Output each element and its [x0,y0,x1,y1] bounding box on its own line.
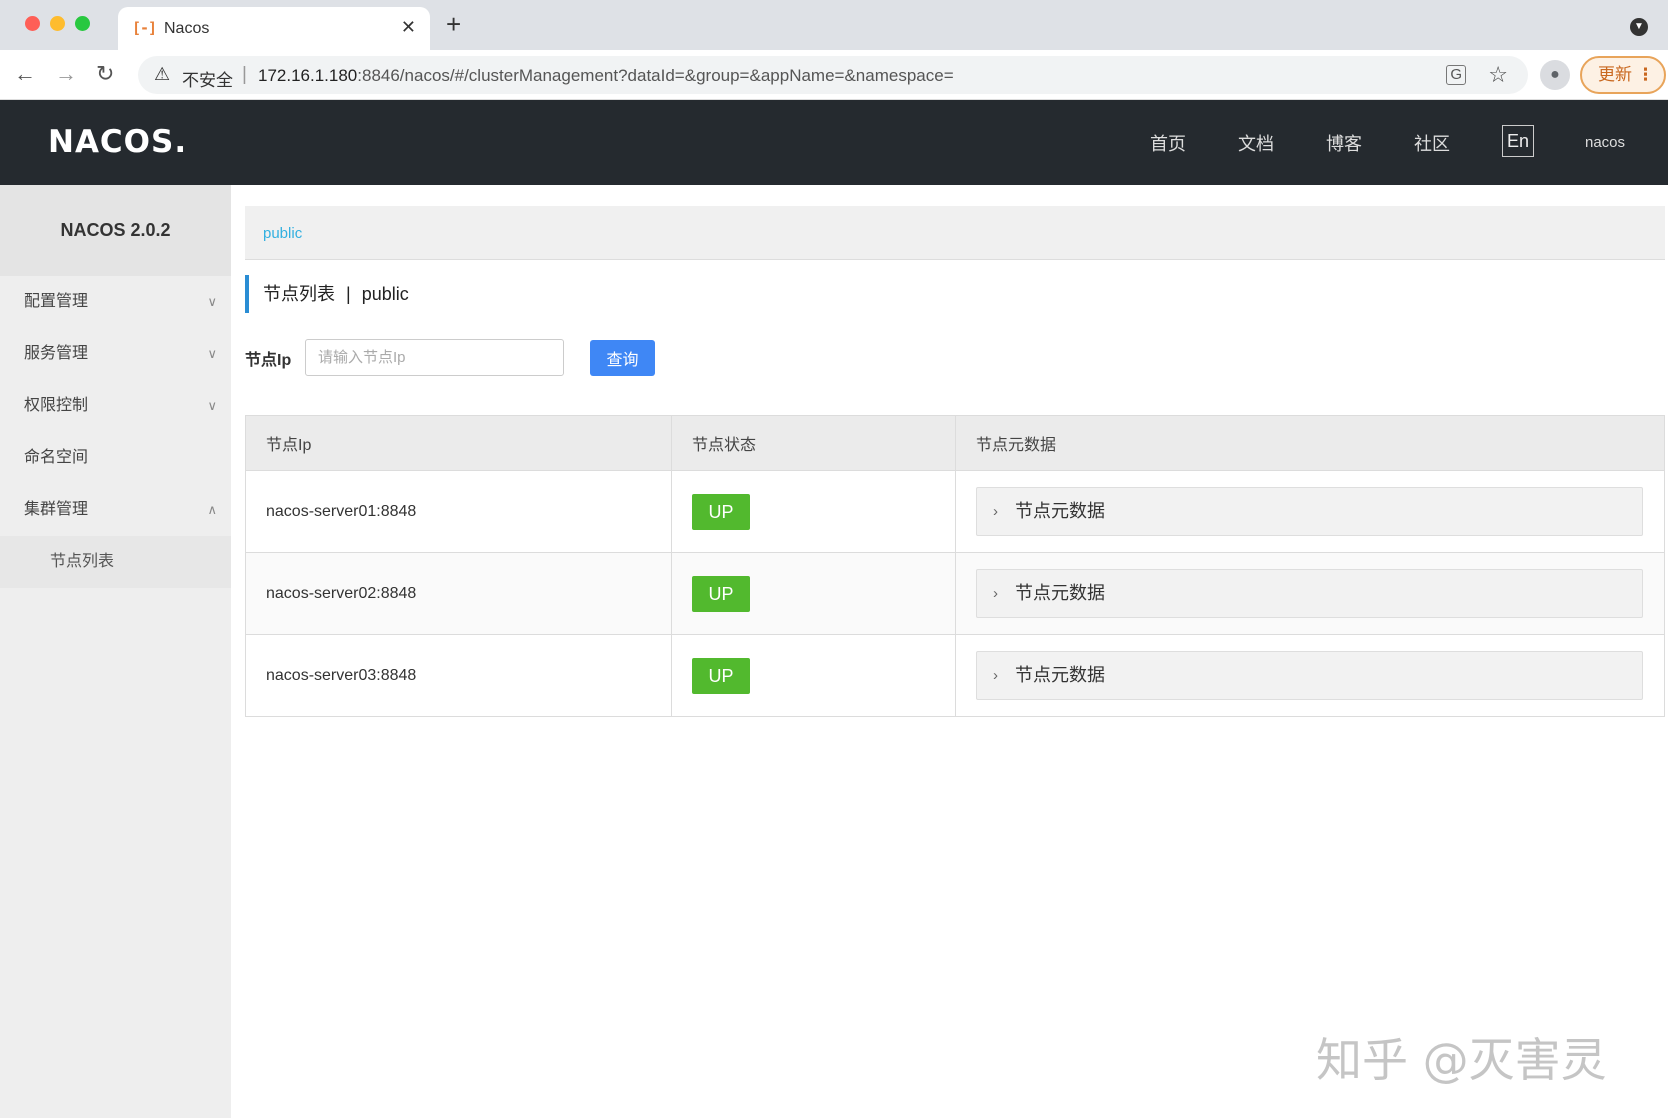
table-row: nacos-server02:8848 UP › 节点元数据 [245,552,1665,635]
query-button[interactable]: 查询 [590,340,655,376]
page-title-namespace: public [361,284,409,304]
close-tab-icon[interactable]: ✕ [401,17,416,38]
node-table: 节点Ip 节点状态 节点元数据 nacos-server01:8848 UP ›… [245,415,1665,717]
address-separator: | [242,64,247,85]
chevron-right-icon: › [993,503,998,520]
security-status[interactable]: 不安全 [182,66,233,91]
sidebar-item-label: 权限控制 [24,397,89,414]
node-ip-cell: nacos-server01:8848 [245,470,672,553]
update-label: 更新 [1598,65,1632,84]
sidebar-subitem-node-list[interactable]: 节点列表 [0,536,231,588]
metadata-label: 节点元数据 [1015,501,1105,521]
chevron-down-icon: ∨ [207,398,217,413]
page-title: 节点列表 | public [245,275,409,313]
chevron-right-icon: › [993,667,998,684]
bookmark-star-icon[interactable]: ☆ [1488,62,1508,88]
sidebar: NACOS 2.0.2 配置管理 ∨ 服务管理 ∨ 权限控制 ∨ 命名空间 集群… [0,185,231,1118]
minimize-window-button[interactable] [50,16,65,31]
metadata-label: 节点元数据 [1015,583,1105,603]
sidebar-title: NACOS 2.0.2 [0,185,231,276]
sidebar-item-config[interactable]: 配置管理 ∨ [0,276,231,328]
metadata-expander[interactable]: › 节点元数据 [976,569,1643,618]
column-header-status: 节点状态 [671,415,956,471]
user-menu[interactable]: nacos [1585,134,1625,151]
column-header-ip: 节点Ip [245,415,672,471]
close-window-button[interactable] [25,16,40,31]
status-cell: UP [671,634,956,717]
node-ip-cell: nacos-server03:8848 [245,634,672,717]
app-header: NACOS. 首页 文档 博客 社区 En nacos [0,100,1668,185]
back-arrow-icon[interactable]: ← [14,60,36,88]
nav-home[interactable]: 首页 [1150,130,1186,156]
url-path: :8846/nacos/#/clusterManagement?dataId=&… [357,66,954,85]
tab-title: Nacos [164,20,210,37]
metadata-cell: › 节点元数据 [955,470,1665,553]
more-menu-icon[interactable]: ⋮ [1637,58,1654,92]
tab-search-icon[interactable]: ▼ [1630,18,1648,36]
node-ip-cell: nacos-server02:8848 [245,552,672,635]
address-bar[interactable]: ⚠ 不安全 | 172.16.1.180:8846/nacos/#/cluste… [138,56,1528,94]
chevron-right-icon: › [993,585,998,602]
browser-tab[interactable]: [-] Nacos ✕ [118,7,430,50]
profile-avatar-icon[interactable]: ● [1540,60,1570,90]
watermark: 知乎 @灭害灵 [1316,1033,1607,1087]
nav-docs[interactable]: 文档 [1238,130,1274,156]
node-ip-input[interactable] [305,339,564,376]
status-cell: UP [671,552,956,635]
sidebar-item-label: 服务管理 [24,345,89,362]
nacos-favicon-icon: [-] [132,19,157,37]
status-badge: UP [692,657,750,694]
forward-arrow-icon[interactable]: → [55,60,77,88]
metadata-expander[interactable]: › 节点元数据 [976,487,1643,536]
status-badge: UP [692,493,750,530]
new-tab-button[interactable]: + [446,11,461,37]
url-host: 172.16.1.180 [258,66,358,85]
nacos-logo[interactable]: NACOS. [48,124,187,160]
warning-icon[interactable]: ⚠ [154,64,170,85]
column-header-metadata: 节点元数据 [955,415,1665,471]
language-toggle-button[interactable]: En [1502,125,1534,157]
maximize-window-button[interactable] [75,16,90,31]
browser-toolbar: ← → ↻ ⚠ 不安全 | 172.16.1.180:8846/nacos/#/… [0,50,1668,100]
page-title-text: 节点列表 [263,284,335,304]
namespace-bar: public [245,206,1665,260]
translate-icon[interactable]: G [1446,65,1466,85]
node-ip-label: 节点Ip [245,352,292,369]
metadata-expander[interactable]: › 节点元数据 [976,651,1643,700]
nav-blog[interactable]: 博客 [1326,130,1362,156]
metadata-cell: › 节点元数据 [955,634,1665,717]
status-badge: UP [692,575,750,612]
browser-tab-bar: [-] Nacos ✕ + ▼ [0,0,1668,50]
metadata-cell: › 节点元数据 [955,552,1665,635]
update-button[interactable]: 更新 ⋮ [1580,56,1666,94]
reload-icon[interactable]: ↻ [96,60,114,88]
table-row: nacos-server03:8848 UP › 节点元数据 [245,634,1665,717]
namespace-link-public[interactable]: public [263,225,302,242]
sidebar-item-label: 配置管理 [24,293,89,310]
status-cell: UP [671,470,956,553]
page-title-separator: | [346,284,351,304]
table-header-row: 节点Ip 节点状态 节点元数据 [245,415,1665,471]
sidebar-item-label: 命名空间 [24,449,89,466]
url-text[interactable]: 172.16.1.180:8846/nacos/#/clusterManagem… [258,66,954,86]
sidebar-item-service[interactable]: 服务管理 ∨ [0,328,231,380]
chevron-up-icon: ∧ [207,502,217,517]
table-row: nacos-server01:8848 UP › 节点元数据 [245,470,1665,553]
chevron-down-icon: ∨ [207,294,217,309]
sidebar-item-namespace[interactable]: 命名空间 [0,432,231,484]
nav-community[interactable]: 社区 [1414,130,1450,156]
sidebar-item-cluster[interactable]: 集群管理 ∧ [0,484,231,536]
metadata-label: 节点元数据 [1015,665,1105,685]
sidebar-item-label: 集群管理 [24,501,89,518]
sidebar-item-auth[interactable]: 权限控制 ∨ [0,380,231,432]
chevron-down-icon: ∨ [207,346,217,361]
